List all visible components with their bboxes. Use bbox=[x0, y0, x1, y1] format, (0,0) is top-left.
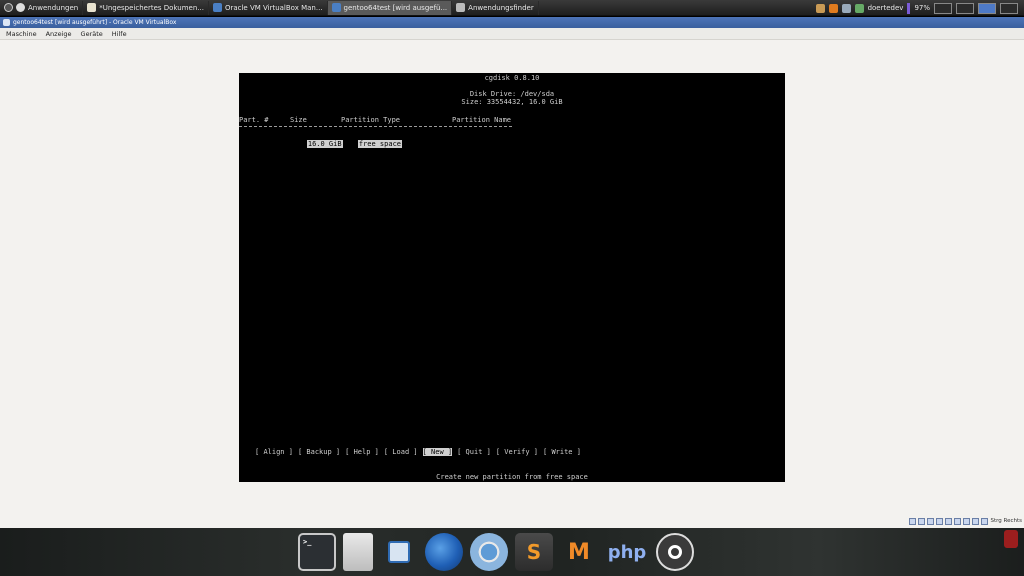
notification-icon[interactable] bbox=[1004, 530, 1018, 548]
capture-status-icon[interactable] bbox=[963, 517, 971, 525]
task-label: *Ungespeichertes Dokumen... bbox=[99, 3, 204, 12]
menu-quit[interactable]: [ Quit ] bbox=[457, 448, 491, 456]
col-name: Partition Name bbox=[452, 116, 512, 124]
firefox-icon[interactable] bbox=[425, 533, 463, 571]
workspace-2[interactable] bbox=[956, 2, 974, 14]
sublime-glyph: S bbox=[526, 540, 542, 564]
display-status-icon[interactable] bbox=[954, 517, 962, 525]
menu-load[interactable]: [ Load ] bbox=[384, 448, 418, 456]
menu-backup[interactable]: [ Backup ] bbox=[298, 448, 340, 456]
apps-menu-label: Anwendungen bbox=[28, 3, 79, 12]
terminal-prompt: >_ bbox=[303, 538, 312, 546]
vm-console[interactable]: cgdisk 0.8.10 Disk Drive: /dev/sda Size:… bbox=[239, 73, 785, 482]
php-glyph: php bbox=[607, 541, 647, 563]
virtualbox-icon[interactable] bbox=[380, 533, 418, 571]
phpstorm-icon[interactable]: php bbox=[605, 533, 649, 571]
menu-anzeige[interactable]: Anzeige bbox=[46, 30, 72, 38]
sublime-text-icon[interactable]: S bbox=[515, 533, 553, 571]
archive-icon[interactable] bbox=[815, 3, 825, 13]
network-tray-icon[interactable] bbox=[854, 3, 864, 13]
vm-statusbar: Strg Rechts bbox=[909, 516, 1022, 526]
keyboard-status-icon[interactable] bbox=[981, 517, 989, 525]
text-editor-icon bbox=[87, 3, 97, 12]
disk-size: Size: 33554432, 16.0 GiB bbox=[461, 98, 563, 106]
col-part: Part. # bbox=[239, 116, 269, 124]
chromium-icon[interactable] bbox=[470, 533, 508, 571]
menu-verify[interactable]: [ Verify ] bbox=[496, 448, 538, 456]
menu-new[interactable]: [ New ] bbox=[422, 448, 453, 456]
workspace-3[interactable] bbox=[978, 2, 996, 14]
header-divider bbox=[239, 126, 512, 127]
task-vbox-manager[interactable]: Oracle VM VirtualBox Man... bbox=[209, 0, 328, 15]
virtualbox-icon bbox=[212, 3, 222, 12]
virtualbox-icon bbox=[3, 19, 10, 26]
system-tray: doertedev 97% bbox=[815, 0, 1024, 16]
task-app-finder[interactable]: Anwendungsfinder bbox=[452, 0, 539, 15]
row-type: free space bbox=[357, 140, 403, 148]
app-finder-icon bbox=[456, 3, 466, 12]
file-manager-icon[interactable] bbox=[343, 533, 373, 571]
cgdisk-title: cgdisk 0.8.10 bbox=[484, 74, 540, 82]
task-editor[interactable]: *Ungespeichertes Dokumen... bbox=[83, 0, 209, 15]
top-panel: Anwendungen *Ungespeichertes Dokumen... … bbox=[0, 0, 1024, 16]
apps-menu-button[interactable]: Anwendungen bbox=[0, 0, 84, 15]
usb-status-icon[interactable] bbox=[927, 517, 935, 525]
col-size: Size bbox=[290, 116, 307, 124]
optical-status-icon[interactable] bbox=[918, 517, 926, 525]
help-text: Create new partition from free space bbox=[436, 473, 588, 481]
window-titlebar[interactable]: gentoo64test [wird ausgeführt] - Oracle … bbox=[0, 17, 1024, 28]
host-key-label: Strg Rechts bbox=[990, 518, 1022, 524]
task-label: Oracle VM VirtualBox Man... bbox=[224, 3, 323, 12]
mr-glyph: M bbox=[568, 539, 590, 565]
user-name[interactable]: doertedev bbox=[868, 4, 904, 12]
dock: >_ S M php bbox=[298, 530, 694, 574]
network-status-icon[interactable] bbox=[945, 517, 953, 525]
workspace-4[interactable] bbox=[1000, 2, 1018, 14]
col-type: Partition Type bbox=[341, 116, 401, 124]
mr-icon[interactable]: M bbox=[560, 533, 598, 571]
mr-tray-icon[interactable] bbox=[828, 3, 838, 13]
mouse-status-icon[interactable] bbox=[972, 517, 980, 525]
virtualbox-icon bbox=[331, 3, 341, 12]
window-title: gentoo64test [wird ausgeführt] - Oracle … bbox=[13, 19, 177, 26]
battery-level[interactable]: 97% bbox=[914, 4, 930, 12]
menu-help[interactable]: [ Help ] bbox=[345, 448, 379, 456]
menu-geraete[interactable]: Geräte bbox=[81, 30, 103, 38]
task-label: Anwendungsfinder bbox=[468, 3, 534, 12]
shared-folder-status-icon[interactable] bbox=[936, 517, 944, 525]
cgdisk-menu: [ Align ] [ Backup ] [ Help ] [ Load ] [… bbox=[255, 448, 581, 456]
menu-hilfe[interactable]: Hilfe bbox=[112, 30, 127, 38]
weather-icon[interactable] bbox=[841, 3, 851, 13]
apps-logo-icon bbox=[16, 3, 25, 12]
partition-row-type[interactable]: free space bbox=[341, 132, 403, 156]
workspace-1[interactable] bbox=[934, 2, 952, 14]
power-icon bbox=[4, 3, 13, 12]
row-size: 16.0 GiB bbox=[306, 140, 343, 148]
disk-drive: Disk Drive: /dev/sda bbox=[469, 90, 555, 98]
cpu-graph bbox=[907, 2, 911, 14]
menu-align[interactable]: [ Align ] bbox=[255, 448, 293, 456]
task-label: gentoo64test [wird ausgefü... bbox=[343, 3, 448, 12]
harddisk-status-icon[interactable] bbox=[909, 517, 917, 525]
menu-maschine[interactable]: Maschine bbox=[6, 30, 37, 38]
partition-row[interactable]: 16.0 GiB bbox=[290, 132, 343, 156]
network-icon[interactable] bbox=[656, 533, 694, 571]
menu-write[interactable]: [ Write ] bbox=[543, 448, 581, 456]
task-vm-window[interactable]: gentoo64test [wird ausgefü... bbox=[327, 0, 453, 15]
terminal-icon[interactable]: >_ bbox=[298, 533, 336, 571]
window-menubar: Maschine Anzeige Geräte Hilfe bbox=[0, 28, 1024, 40]
